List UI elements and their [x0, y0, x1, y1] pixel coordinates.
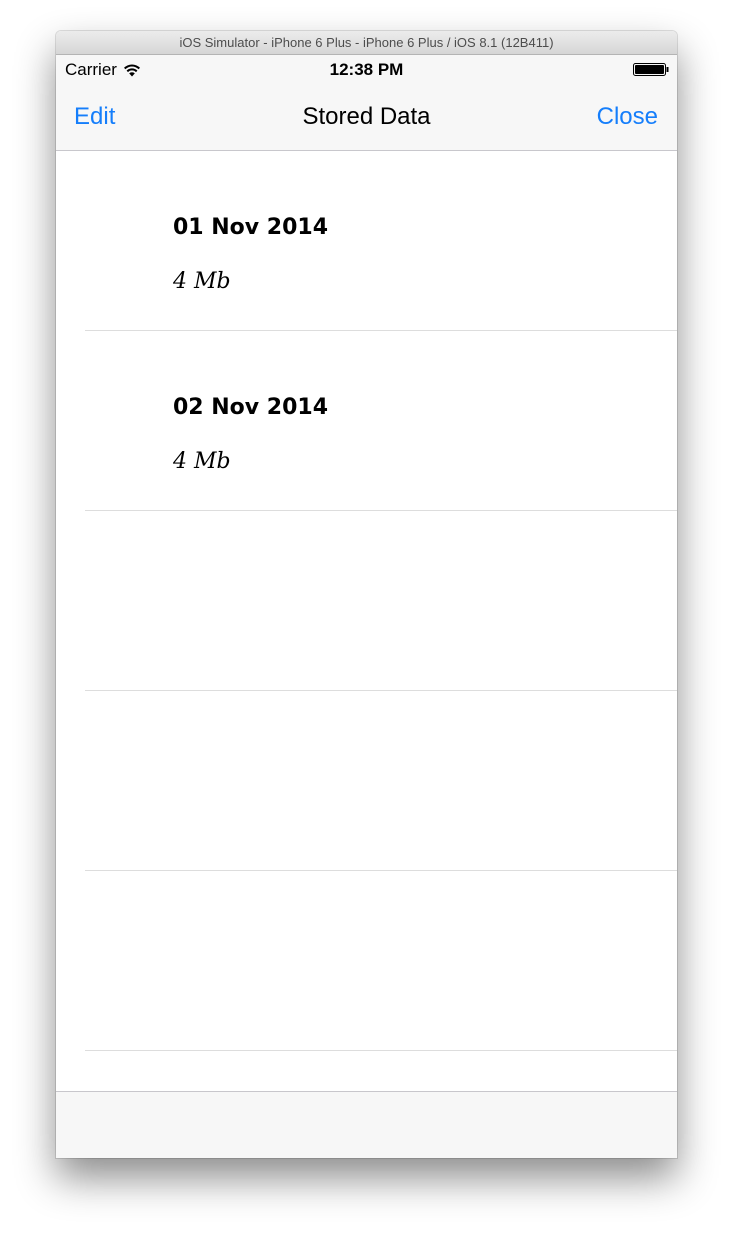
- bottom-toolbar: [56, 1091, 677, 1158]
- battery-icon: [633, 63, 669, 76]
- table-row: [56, 691, 677, 871]
- table-row: [56, 871, 677, 1051]
- row-date: 02 Nov 2014: [173, 395, 329, 420]
- table-row[interactable]: 02 Nov 2014 4 Mb: [56, 331, 677, 511]
- status-bar: Carrier 12:38 PM: [56, 55, 677, 87]
- table-row[interactable]: 01 Nov 2014 4 Mb: [56, 151, 677, 331]
- table-row: [56, 511, 677, 691]
- row-separator: [85, 1050, 677, 1051]
- simulator-window: iOS Simulator - iPhone 6 Plus - iPhone 6…: [56, 31, 677, 1158]
- row-date: 01 Nov 2014: [173, 215, 329, 240]
- close-button[interactable]: Close: [597, 103, 658, 131]
- row-size: 4 Mb: [173, 449, 231, 474]
- page-title: Stored Data: [302, 103, 431, 130]
- row-size: 4 Mb: [173, 269, 231, 294]
- window-title: iOS Simulator - iPhone 6 Plus - iPhone 6…: [56, 31, 677, 55]
- navigation-bar: Edit Stored Data Close: [56, 87, 677, 151]
- stored-data-table: 01 Nov 2014 4 Mb 02 Nov 2014 4 Mb: [56, 151, 677, 1091]
- status-time: 12:38 PM: [329, 60, 404, 79]
